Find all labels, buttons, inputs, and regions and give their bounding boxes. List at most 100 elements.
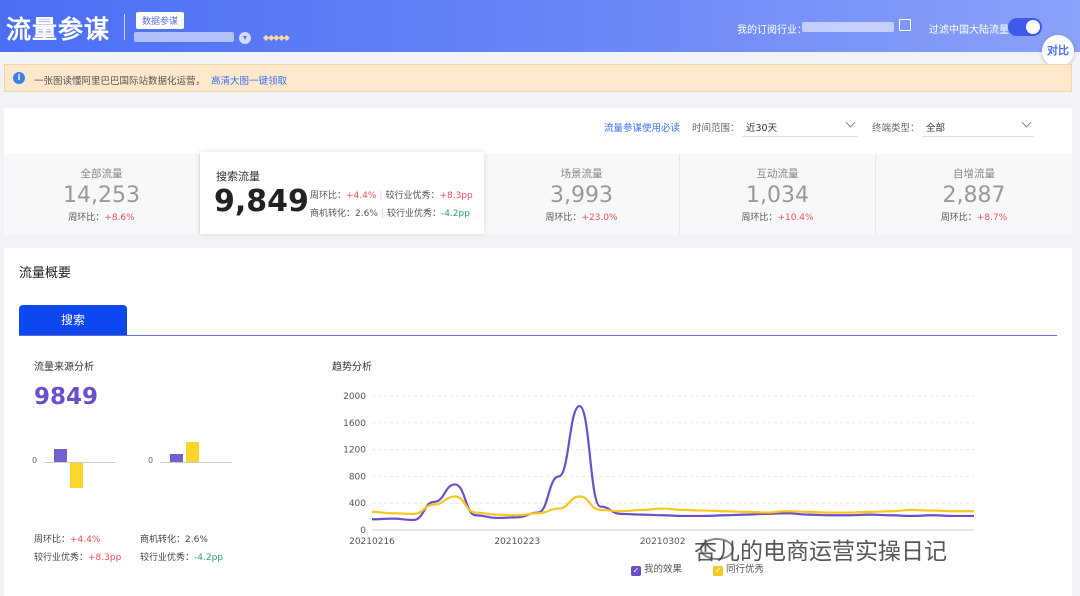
bar-conversion: [170, 454, 183, 462]
watermark-text: 杏儿的电商运营实操日记: [694, 539, 947, 565]
filter-mainland-label: 过滤中国大陆流量: [929, 25, 1009, 36]
wow-value: +4.4%: [346, 191, 377, 201]
checkbox-icon: ✓: [713, 566, 723, 576]
time-range-select[interactable]: 近30天: [742, 115, 858, 137]
chevron-down-icon: [845, 117, 856, 128]
data-badge[interactable]: 数据参谋: [136, 12, 185, 29]
section-title: 流量概要: [19, 266, 72, 281]
industry-value-masked: [802, 22, 894, 32]
separator: |: [379, 191, 383, 201]
notice-bar: i 一张图读懂阿里巴巴国际站数据化运营， 高清大图一键领取: [4, 64, 1072, 92]
separator: |: [380, 209, 384, 219]
metrics-panel: 流量参谋使用必读 时间范围： 近30天 终端类型： 全部 全部流量 14,253…: [4, 108, 1072, 234]
notice-link[interactable]: 高清大图一键领取: [211, 76, 287, 87]
info-icon: i: [13, 72, 25, 84]
metric-change-label: 周环比：: [545, 213, 582, 223]
metric-change: 周环比：+8.7%: [876, 210, 1072, 223]
metric-name: 全部流量: [80, 168, 123, 180]
x-tick-label: 20210223: [494, 537, 540, 547]
filter-mainland-toggle[interactable]: [1008, 18, 1042, 36]
metric-value: 2,887: [942, 183, 1006, 208]
y-tick-label: 0: [360, 526, 366, 536]
metric-interaction-traffic[interactable]: 互动流量 1,034 周环比：+10.4%: [680, 154, 876, 234]
metric-name: 互动流量: [756, 168, 799, 180]
metric-self-growth-traffic[interactable]: 自增流量 2,887 周环比：+8.7%: [876, 154, 1072, 234]
stat-label: 周环比：: [34, 535, 71, 545]
series-line-1: [371, 495, 974, 517]
logo-divider: [124, 14, 125, 40]
stat-label: 较行业优秀：: [34, 553, 89, 563]
metric-change-value: +10.4%: [777, 213, 814, 223]
tab-search[interactable]: 搜索: [19, 305, 127, 335]
stat-industry-1: 较行业优秀：+8.3pp: [34, 550, 121, 563]
metric-change: 周环比：+8.6%: [4, 210, 199, 223]
compare-button[interactable]: 对比: [1042, 35, 1074, 67]
legend-label: 我的效果: [644, 564, 683, 575]
stat-value: 2.6%: [185, 535, 208, 545]
toggle-knob: [1026, 20, 1040, 34]
y-tick-label: 1600: [343, 419, 366, 429]
metric-all-traffic[interactable]: 全部流量 14,253 周环比：+8.6%: [4, 154, 200, 234]
metric-scene-traffic[interactable]: 场景流量 3,993 周环比：+23.0%: [484, 154, 680, 234]
app-logo: 流量参谋: [6, 15, 111, 44]
stat-value: +4.4%: [70, 535, 101, 545]
time-range-value: 近30天: [746, 123, 778, 134]
notice-message: 一张图读懂阿里巴巴国际站数据化运营，: [34, 76, 206, 87]
metric-name: 搜索流量: [216, 170, 260, 183]
industry-label: 我的订阅行业：: [737, 25, 807, 36]
mini-bar-chart-conversion: 0: [148, 424, 238, 494]
metric-value: 3,993: [550, 183, 613, 208]
stat-industry-2: 较行业优秀：-4.2pp: [140, 550, 223, 563]
store-name-masked: [134, 32, 234, 42]
axis-zero-label: 0: [148, 456, 154, 465]
metrics-row: 全部流量 14,253 周环比：+8.6% 场景流量 3,993 周环比：+23…: [4, 152, 1072, 234]
y-tick-label: 1200: [343, 446, 366, 456]
metric-change: 周环比：+10.4%: [680, 210, 875, 223]
source-total-value: 9849: [34, 384, 99, 410]
metric-change-value: +23.0%: [581, 213, 618, 223]
stat-conversion: 商机转化：2.6%: [140, 532, 208, 545]
stat-label: 商机转化：: [140, 535, 186, 545]
stat-wow: 周环比：+4.4%: [34, 532, 100, 545]
tab-underline: [19, 335, 1057, 336]
metric-change-label: 周环比：: [741, 213, 778, 223]
stat-value: -4.2pp: [194, 553, 224, 563]
bar-industry: [186, 441, 199, 462]
metric-value: 14,253: [63, 183, 140, 208]
stat-value: +8.3pp: [88, 553, 122, 563]
device-type-value: 全部: [926, 123, 946, 134]
time-range-label: 时间范围：: [692, 123, 740, 134]
edit-icon[interactable]: [899, 19, 911, 31]
metric-row-conversion: 商机转化：2.6% | 较行业优秀：-4.2pp: [310, 206, 470, 219]
chevron-down-icon[interactable]: ▾: [239, 32, 251, 44]
metric-change-value: +8.7%: [976, 213, 1008, 223]
x-tick-label: 20210302: [640, 537, 686, 547]
wow-label: 周环比：: [310, 191, 347, 201]
chevron-down-icon: [1021, 117, 1032, 128]
checkbox-icon: ✓: [631, 566, 641, 576]
guide-link[interactable]: 流量参谋使用必读: [604, 120, 680, 134]
metric-change-label: 周环比：: [940, 213, 977, 223]
conversion-label: 商机转化：: [310, 209, 356, 219]
metric-row-wow: 周环比：+4.4% | 较行业优秀：+8.3pp: [310, 188, 473, 201]
mini-bar-chart-wow: 0: [32, 424, 122, 494]
y-tick-label: 400: [349, 499, 366, 509]
notice-text: 一张图读懂阿里巴巴国际站数据化运营， 高清大图一键领取: [34, 73, 287, 87]
legend-item-mine[interactable]: ✓ 我的效果: [631, 561, 682, 576]
axis-zero-label: 0: [32, 456, 38, 465]
device-type-select[interactable]: 全部: [922, 115, 1034, 137]
source-analysis-title: 流量来源分析: [34, 362, 94, 373]
metric-value: 9,849: [214, 184, 309, 219]
bar-industry: [70, 463, 83, 488]
device-type-label: 终端类型：: [872, 123, 920, 134]
metric-change-value: +8.6%: [104, 213, 135, 223]
industry-value: -4.2pp: [440, 209, 470, 219]
metric-value: 1,034: [746, 183, 809, 208]
top-header: 流量参谋 数据参谋 ▾ ◆◆◆◆◆ 我的订阅行业： 过滤中国大陆流量: [0, 0, 1080, 52]
y-tick-label: 800: [349, 472, 366, 482]
metric-search-traffic-active[interactable]: 搜索流量 9,849 周环比：+4.4% | 较行业优秀：+8.3pp 商机转化：2…: [200, 152, 484, 234]
stat-label: 较行业优秀：: [140, 553, 195, 563]
trend-line-chart[interactable]: 0 400 800 1200 1600 2000 20210216 20210223 20210…: [324, 388, 994, 553]
axis-line: [160, 462, 232, 463]
industry-value: +8.3pp: [439, 191, 473, 201]
